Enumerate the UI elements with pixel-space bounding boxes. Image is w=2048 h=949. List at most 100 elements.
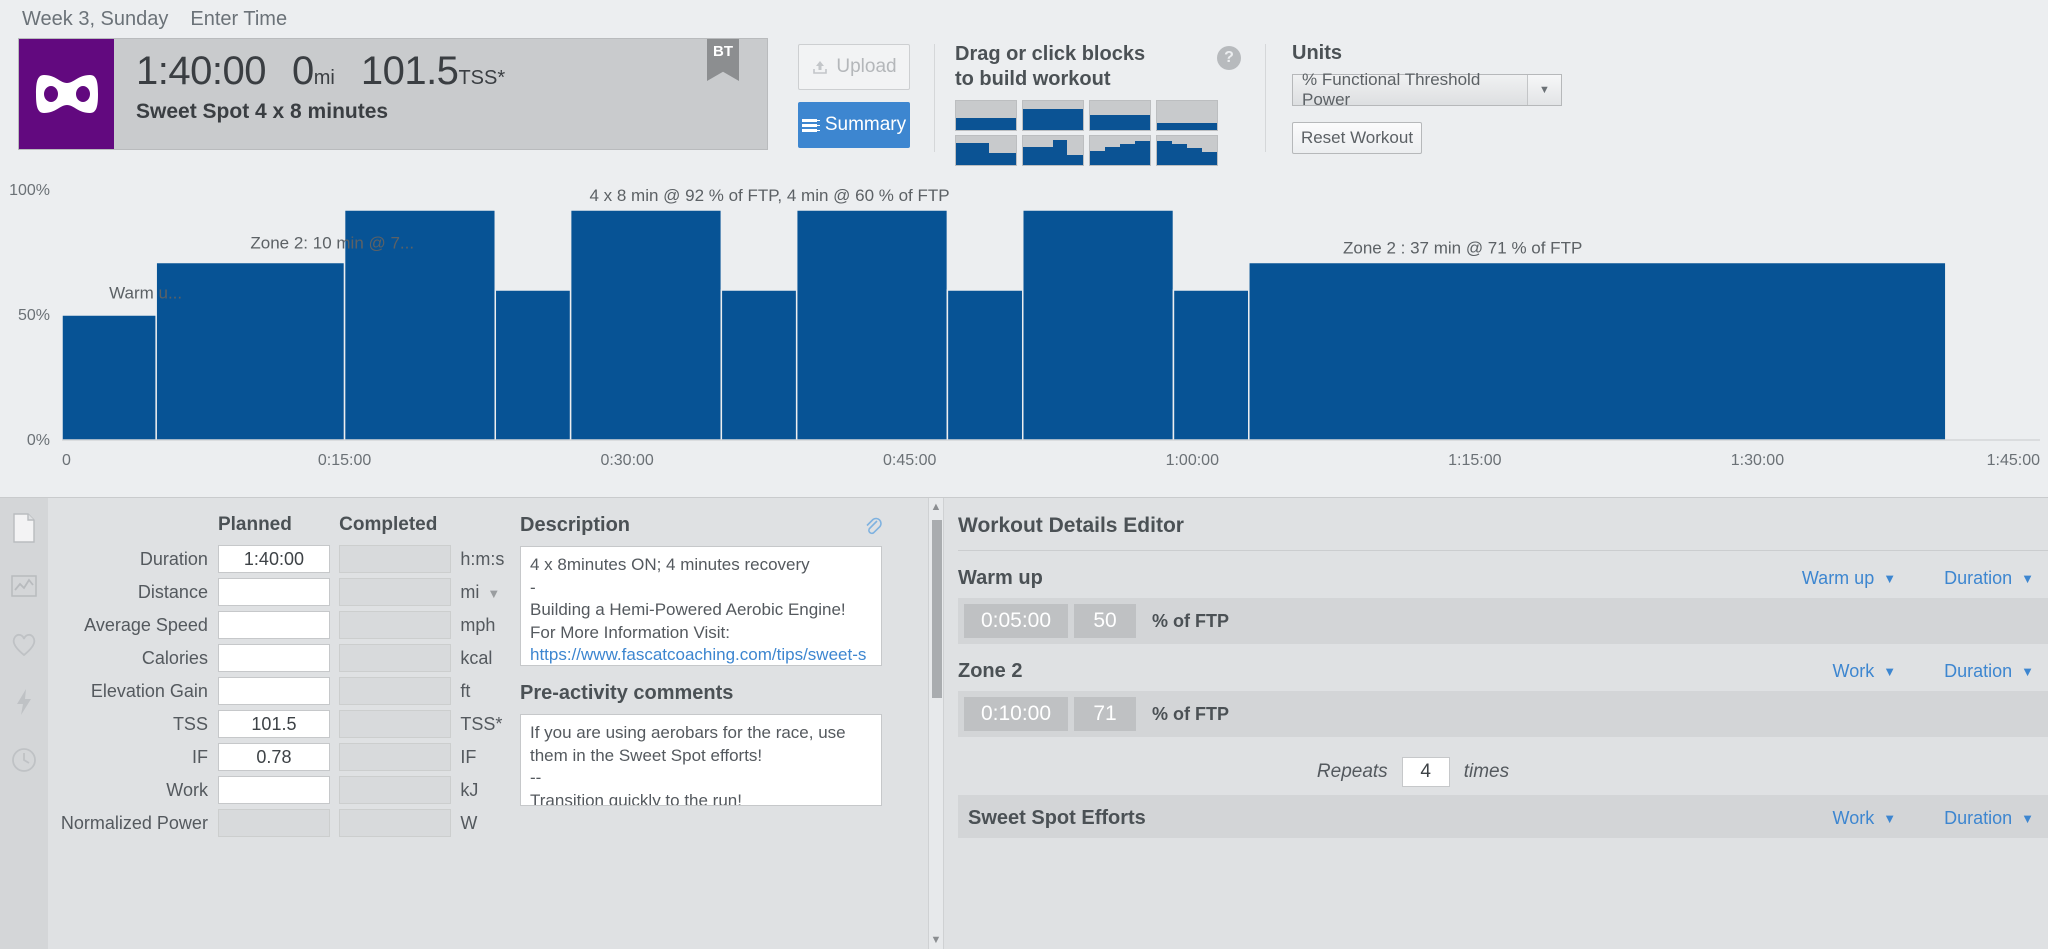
section-intensity-input[interactable]: 71 (1074, 697, 1136, 731)
week-day-label[interactable]: Week 3, Sunday (22, 8, 168, 31)
pre-activity-textarea[interactable]: If you are using aerobars for the race, … (520, 714, 882, 806)
chevron-down-icon: ▼ (487, 585, 501, 601)
section-intensity-input[interactable]: 50 (1074, 604, 1136, 638)
paperclip-icon[interactable] (863, 515, 882, 536)
workout-profile-chart: 0% 50% 100% Warm u... Zone 2: 10 min @ 7... 4… (0, 164, 2048, 494)
workout-summary-body: 1:40:00 0mi 101.5TSS* Sweet Spot 4 x 8 m… (114, 39, 505, 149)
ramp-spike-block[interactable] (1022, 135, 1084, 166)
metric-label: IF (191, 746, 208, 767)
repeats-input[interactable]: 4 (1401, 757, 1450, 787)
workout-stats: 1:40:00 0mi 101.5TSS* (136, 49, 505, 94)
scrollbar-thumb[interactable] (932, 520, 942, 698)
workout-segment-bar[interactable] (795, 209, 949, 441)
completed-cell (339, 578, 460, 611)
scroll-down-arrow[interactable]: ▼ (929, 934, 943, 946)
planned-cell: 0.78 (217, 743, 339, 776)
workout-segment-bar[interactable] (1172, 289, 1250, 441)
palette-segment (1105, 147, 1120, 165)
workout-segment-bar[interactable] (1248, 261, 1947, 441)
repeat-duration-dropdown[interactable]: Duration ▼ (1944, 808, 2048, 829)
completed-cell (339, 809, 460, 842)
planned-input[interactable] (217, 578, 330, 606)
y-axis-tick-label: 50% (18, 307, 50, 324)
section-time-input[interactable]: 0:10:00 (964, 697, 1068, 731)
planned-input[interactable]: 101.5 (217, 710, 330, 738)
x-axis-tick-label: 1:00:00 (1166, 452, 1219, 469)
chevron-down-icon: ▼ (2021, 811, 2034, 826)
steady-mid-block[interactable] (1089, 100, 1151, 131)
editor-section: Zone 2 Work ▼ Duration ▼ 0:10:00 71 % of FTP (958, 660, 2048, 737)
unit-label: h:m:s (460, 548, 505, 569)
editor-section-row: 0:05:00 50 % of FTP (958, 598, 2048, 644)
section-type-dropdown[interactable]: Work ▼ (1833, 661, 1911, 682)
section-type-dropdown[interactable]: Warm up ▼ (1802, 568, 1910, 589)
top-bar: Week 3, Sunday Enter Time (0, 0, 2048, 38)
summary-button[interactable]: Summary (798, 102, 910, 148)
palette-segment (1090, 114, 1150, 130)
work-rest-block[interactable] (955, 135, 1017, 166)
planned-input[interactable] (217, 611, 330, 639)
summary-label: Summary (824, 114, 907, 135)
planned-cell (217, 644, 339, 677)
planned-cell (217, 776, 339, 809)
section-duration-dropdown[interactable]: Duration ▼ (1944, 661, 2048, 682)
question-mark-icon[interactable]: ? (1217, 46, 1241, 70)
workout-segment-bar[interactable] (494, 289, 572, 441)
vertical-scrollbar[interactable]: ▲ ▼ (928, 498, 944, 949)
scroll-up-arrow[interactable]: ▲ (929, 501, 943, 513)
clock-icon[interactable] (9, 744, 39, 776)
planned-input[interactable] (217, 677, 330, 705)
chart-annotation: Zone 2 : 37 min @ 71 % of FTP (1343, 239, 1582, 258)
chart-icon[interactable] (9, 570, 39, 602)
reset-workout-button[interactable]: Reset Workout (1292, 122, 1422, 154)
chevron-down-icon: ▼ (1883, 571, 1897, 586)
lightning-icon[interactable] (9, 686, 39, 718)
repeats-bar: Repeats 4 times (958, 757, 2048, 787)
ascending-ramp-block[interactable] (1089, 135, 1151, 166)
repeat-type-label: Work (1832, 808, 1875, 828)
description-textarea[interactable]: 4 x 8minutes ON; 4 minutes recovery - Bu… (520, 546, 882, 666)
upload-label: Upload (836, 56, 897, 77)
steady-verylow-block[interactable] (1156, 100, 1218, 131)
planned-input[interactable]: 0.78 (217, 743, 330, 771)
unit-label[interactable]: mi ▼ (460, 578, 508, 611)
unit-header (460, 514, 508, 545)
heart-icon[interactable] (9, 628, 39, 660)
metric-label: Normalized Power (60, 812, 208, 833)
editor-section-name: Zone 2 (958, 660, 1023, 682)
workout-segment-bar[interactable] (155, 261, 346, 441)
x-axis-tick-label: 0 (62, 452, 71, 469)
completed-cell (339, 776, 460, 809)
workout-segment-bar[interactable] (1021, 209, 1175, 441)
units-dropdown[interactable]: % Functional Threshold Power ▼ (1292, 70, 1562, 109)
description-title: Description (520, 514, 631, 536)
planned-input[interactable] (217, 644, 330, 672)
workout-segment-bar[interactable] (946, 289, 1024, 441)
workout-segment-bar[interactable] (61, 314, 157, 441)
y-axis-tick-label: 0% (27, 432, 50, 449)
section-duration-dropdown[interactable]: Duration ▼ (1944, 568, 2048, 589)
enter-time-link[interactable]: Enter Time (190, 8, 287, 31)
metric-label: Average Speed (84, 614, 208, 635)
planned-input[interactable] (217, 776, 330, 804)
workout-summary-card[interactable]: 1:40:00 0mi 101.5TSS* Sweet Spot 4 x 8 m… (18, 38, 768, 150)
planned-input[interactable]: 1:40:00 (217, 545, 330, 573)
table-row: Normalized Power W (48, 809, 508, 842)
section-time-input[interactable]: 0:05:00 (964, 604, 1068, 638)
workout-segment-bar[interactable] (720, 289, 798, 441)
chevron-down-icon: ▼ (2021, 664, 2034, 679)
completed-input (339, 809, 452, 837)
completed-cell (339, 677, 460, 710)
table-row: Work kJ (48, 776, 508, 809)
steady-high-block[interactable] (1022, 100, 1084, 131)
descending-ramp-block[interactable] (1156, 135, 1218, 166)
unit-label: mph (460, 614, 496, 635)
unit-label: ft (460, 680, 471, 701)
description-link[interactable]: https://www.fascatcoaching.com/tips/swee… (530, 645, 866, 665)
section-type-dropdown-label: Work (1832, 661, 1875, 681)
repeat-type-dropdown[interactable]: Work ▼ (1833, 808, 1911, 829)
upload-button[interactable]: Upload (798, 44, 910, 90)
document-icon[interactable] (9, 512, 39, 544)
steady-low-block[interactable] (955, 100, 1017, 131)
workout-segment-bar[interactable] (569, 209, 723, 441)
